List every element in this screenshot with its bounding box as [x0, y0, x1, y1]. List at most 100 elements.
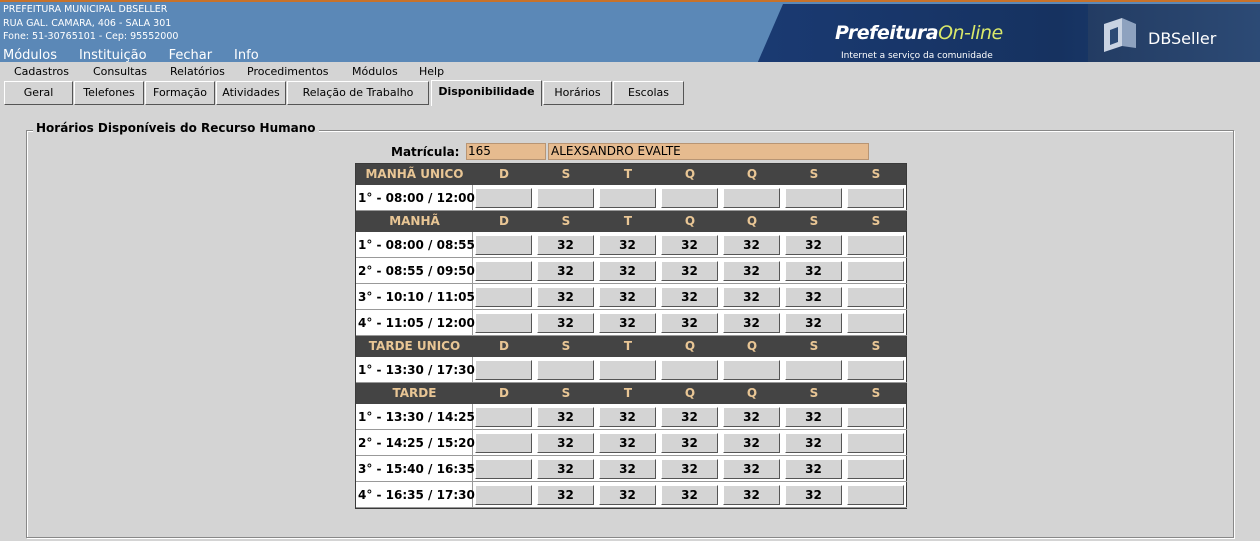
menu-cadastros[interactable]: Cadastros [14, 65, 69, 78]
tab-disponibilidade[interactable]: Disponibilidade [431, 80, 542, 106]
slot-button[interactable] [847, 459, 904, 479]
slot-button[interactable] [475, 485, 532, 505]
slot-button[interactable] [661, 188, 718, 208]
tab-relacao-de-trabalho[interactable]: Relação de Trabalho [287, 81, 429, 105]
period-group-title: TARDE [392, 386, 437, 400]
menu-modulos[interactable]: Módulos [352, 65, 398, 78]
slot-button[interactable] [475, 261, 532, 281]
period-group-title: MANHÃ UNICO [365, 167, 464, 181]
org-address: RUA GAL. CAMARA, 406 - SALA 301 [3, 17, 172, 29]
slot-button[interactable]: 32 [537, 485, 594, 505]
slot-button[interactable]: 32 [723, 485, 780, 505]
slot-button[interactable] [599, 360, 656, 380]
slot-button[interactable] [475, 360, 532, 380]
slot-button[interactable]: 32 [785, 261, 842, 281]
slot-button[interactable]: 32 [599, 287, 656, 307]
slot-button[interactable] [475, 433, 532, 453]
slot-button[interactable] [847, 287, 904, 307]
slot-button[interactable] [475, 235, 532, 255]
slot-button[interactable]: 32 [785, 459, 842, 479]
slot-button[interactable]: 32 [723, 459, 780, 479]
slot-cell: 32 [597, 258, 659, 284]
slot-button[interactable] [785, 188, 842, 208]
slot-button[interactable] [537, 188, 594, 208]
slot-cell [845, 456, 907, 482]
slot-button[interactable]: 32 [723, 313, 780, 333]
day-header: S [561, 339, 571, 353]
slot-button[interactable]: 32 [537, 261, 594, 281]
slot-button[interactable]: 32 [723, 261, 780, 281]
slot-button[interactable]: 32 [599, 485, 656, 505]
slot-button[interactable]: 32 [723, 235, 780, 255]
slot-button[interactable]: 32 [537, 459, 594, 479]
slot-button[interactable] [847, 313, 904, 333]
slot-button[interactable]: 32 [599, 433, 656, 453]
tab-escolas[interactable]: Escolas [613, 81, 684, 105]
slot-button[interactable] [847, 235, 904, 255]
slot-button[interactable]: 32 [785, 235, 842, 255]
slot-button[interactable] [537, 360, 594, 380]
slot-button[interactable] [723, 360, 780, 380]
slot-button[interactable]: 32 [537, 433, 594, 453]
slot-button[interactable]: 32 [537, 407, 594, 427]
slot-button[interactable]: 32 [723, 433, 780, 453]
slot-button[interactable] [599, 188, 656, 208]
top-menu-info[interactable]: Info [234, 48, 259, 62]
top-menu-modulos[interactable]: Módulos [3, 48, 57, 62]
slot-button[interactable] [847, 360, 904, 380]
tab-geral[interactable]: Geral [4, 81, 73, 105]
day-header: S [809, 214, 819, 228]
slot-button[interactable]: 32 [661, 235, 718, 255]
slot-button[interactable]: 32 [599, 459, 656, 479]
slot-button[interactable]: 32 [661, 433, 718, 453]
slot-button[interactable]: 32 [661, 261, 718, 281]
tab-telefones[interactable]: Telefones [74, 81, 144, 105]
slot-button[interactable] [785, 360, 842, 380]
slot-button[interactable]: 32 [599, 261, 656, 281]
slot-button[interactable]: 32 [537, 235, 594, 255]
top-menu-instituicao[interactable]: Instituição [79, 48, 147, 62]
slot-button[interactable]: 32 [599, 407, 656, 427]
day-header: S [561, 214, 571, 228]
slot-button[interactable]: 32 [785, 407, 842, 427]
slot-button[interactable] [847, 433, 904, 453]
slot-button[interactable] [475, 313, 532, 333]
slot-button[interactable] [661, 360, 718, 380]
slot-button[interactable]: 32 [661, 287, 718, 307]
menu-consultas[interactable]: Consultas [93, 65, 147, 78]
slot-button[interactable]: 32 [785, 433, 842, 453]
slot-button[interactable] [847, 188, 904, 208]
slot-button[interactable]: 32 [661, 459, 718, 479]
slot-button[interactable]: 32 [661, 485, 718, 505]
slot-button[interactable]: 32 [723, 287, 780, 307]
slot-button[interactable]: 32 [785, 287, 842, 307]
slot-button[interactable]: 32 [537, 287, 594, 307]
slot-button[interactable]: 32 [661, 313, 718, 333]
slot-cell: 32 [721, 310, 783, 336]
slot-button[interactable]: 32 [537, 313, 594, 333]
slot-button[interactable] [475, 287, 532, 307]
slot-button[interactable] [847, 261, 904, 281]
slot-button[interactable] [847, 485, 904, 505]
slot-button[interactable]: 32 [785, 485, 842, 505]
slot-button[interactable] [847, 407, 904, 427]
slot-cell: 32 [721, 456, 783, 482]
slot-button[interactable]: 32 [599, 313, 656, 333]
slot-button[interactable] [723, 188, 780, 208]
slot-button[interactable]: 32 [661, 407, 718, 427]
tab-horarios[interactable]: Horários [543, 81, 612, 105]
slot-button[interactable]: 32 [723, 407, 780, 427]
slot-button[interactable] [475, 407, 532, 427]
menu-procedimentos[interactable]: Procedimentos [247, 65, 329, 78]
tab-formacao[interactable]: Formação [145, 81, 215, 105]
top-menu-fechar[interactable]: Fechar [169, 48, 212, 62]
slot-button[interactable] [475, 459, 532, 479]
slot-button[interactable]: 32 [785, 313, 842, 333]
menu-relatorios[interactable]: Relatórios [170, 65, 225, 78]
day-header: Q [684, 214, 696, 228]
tab-atividades[interactable]: Atividades [216, 81, 286, 105]
slot-button[interactable] [475, 188, 532, 208]
menu-help[interactable]: Help [419, 65, 444, 78]
slot-button[interactable]: 32 [599, 235, 656, 255]
slot-cell [845, 284, 907, 310]
